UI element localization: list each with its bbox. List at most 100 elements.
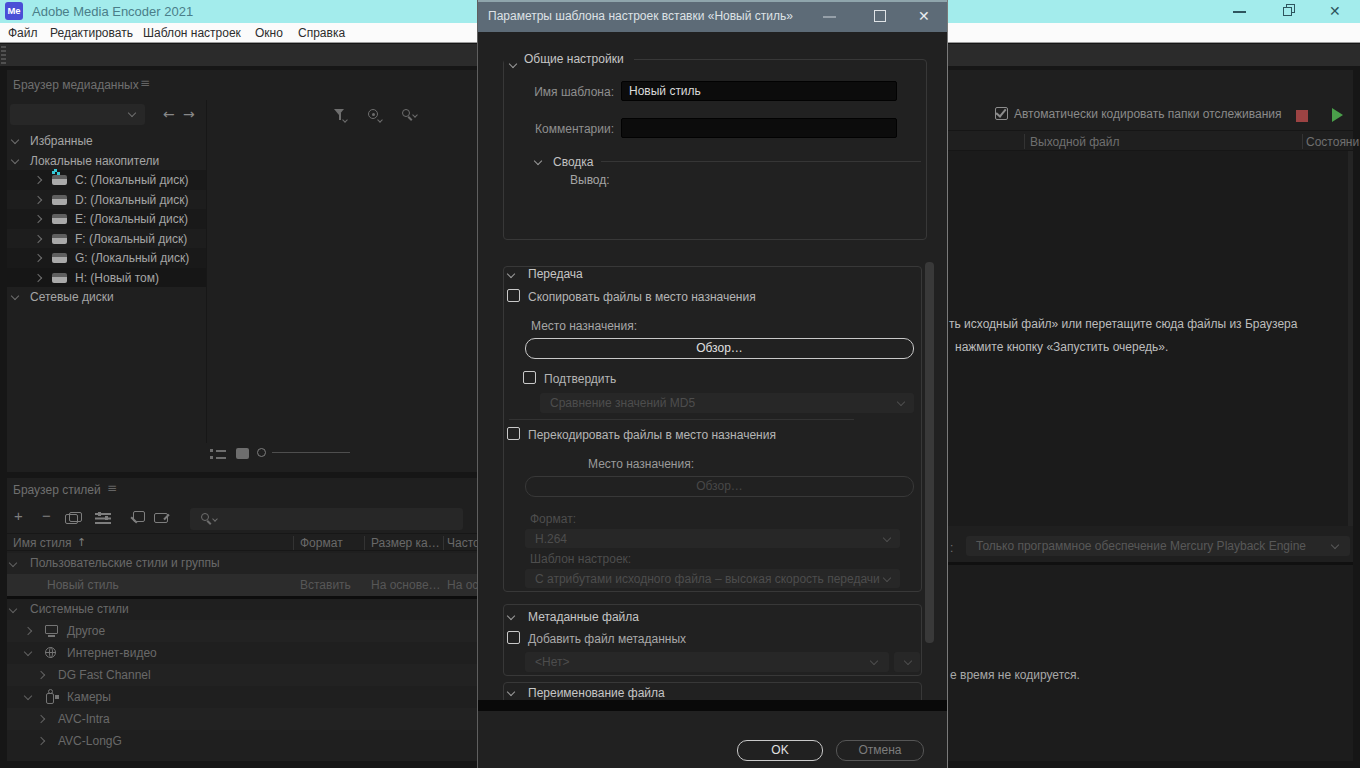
application-window: Me Adobe Media Encoder 2021 ✕ Файл Редак… bbox=[0, 0, 1360, 768]
menu-preset[interactable]: Шаблон настроек bbox=[143, 26, 241, 40]
drive-icon bbox=[52, 214, 67, 224]
panel-menu-icon[interactable]: ≡ bbox=[140, 76, 150, 90]
tree-row-drive-d[interactable]: D: (Локальный диск) bbox=[7, 190, 206, 210]
tree-row-drive-e[interactable]: E: (Локальный диск) bbox=[7, 209, 206, 229]
cancel-button[interactable]: Отмена bbox=[836, 740, 924, 761]
queue-scrollbar[interactable] bbox=[1348, 151, 1353, 526]
comments-input[interactable] bbox=[621, 118, 897, 138]
remove-preset-icon[interactable]: − bbox=[42, 507, 51, 524]
drive-icon bbox=[52, 253, 67, 263]
menu-window[interactable]: Окно bbox=[255, 26, 283, 40]
queue-hint-line1: ть исходный файл» или перетащите сюда фа… bbox=[949, 317, 1297, 331]
menu-help[interactable]: Справка bbox=[298, 26, 345, 40]
zoom-slider-track[interactable] bbox=[272, 452, 350, 453]
metadata-legend[interactable]: Метаданные файла bbox=[528, 610, 639, 624]
ingest-settings-icon[interactable] bbox=[367, 108, 381, 122]
forward-icon[interactable]: → bbox=[183, 106, 195, 122]
queue-list: ть исходный файл» или перетащите сюда фа… bbox=[948, 151, 1353, 526]
format-dropdown[interactable]: H.264 bbox=[525, 529, 900, 548]
zoom-slider-knob[interactable] bbox=[257, 448, 266, 457]
browse2-button[interactable]: Обзор… bbox=[525, 476, 914, 497]
dialog-minimize-button[interactable] bbox=[823, 16, 836, 18]
column-status[interactable]: Состояни bbox=[1306, 135, 1359, 149]
destination2-label: Место назначения: bbox=[588, 457, 694, 471]
destination-label: Место назначения: bbox=[531, 319, 637, 333]
minimize-button[interactable] bbox=[1233, 11, 1246, 13]
copy-files-checkbox[interactable] bbox=[507, 289, 520, 302]
dialog-scrollbar[interactable] bbox=[925, 262, 934, 643]
preset-search-field[interactable] bbox=[190, 508, 463, 530]
auto-encode-checkbox[interactable] bbox=[995, 107, 1008, 120]
thumbnail-view-icon[interactable] bbox=[236, 448, 249, 459]
rename-legend[interactable]: Переименование файла bbox=[528, 686, 665, 700]
add-preset-icon[interactable]: + bbox=[14, 507, 23, 524]
search-icon bbox=[200, 512, 216, 526]
preset-dropdown[interactable]: С атрибутами исходного файла – высокая с… bbox=[525, 569, 900, 588]
tree-row-local-drives[interactable]: Локальные накопители bbox=[7, 151, 206, 171]
back-icon[interactable]: ← bbox=[163, 106, 175, 122]
preset-label: Шаблон настроек: bbox=[530, 552, 631, 566]
close-button[interactable]: ✕ bbox=[1329, 3, 1341, 19]
preset-settings-icon[interactable] bbox=[95, 512, 111, 524]
column-output-file[interactable]: Выходной файл bbox=[1030, 135, 1120, 149]
tree-row-drive-c[interactable]: C: (Локальный диск) bbox=[7, 170, 206, 190]
column-preset-name[interactable]: Имя стиля bbox=[13, 536, 71, 550]
tree-row-drive-g[interactable]: G: (Локальный диск) bbox=[7, 248, 206, 268]
sort-ascending-icon: ↑ bbox=[77, 536, 86, 549]
tree-row-drive-f[interactable]: F: (Локальный диск) bbox=[7, 229, 206, 249]
camera-icon bbox=[45, 689, 59, 704]
new-group-icon[interactable] bbox=[65, 512, 83, 525]
drive-icon bbox=[52, 175, 67, 185]
maximize-button[interactable] bbox=[1283, 4, 1296, 18]
renderer-dropdown[interactable]: Только программное обеспечение Mercury P… bbox=[966, 536, 1350, 556]
play-icon[interactable] bbox=[1332, 108, 1343, 122]
filter-icon[interactable] bbox=[333, 108, 347, 122]
drive-icon bbox=[52, 234, 67, 244]
queue-hint-line2: нажмите кнопку «Запустить очередь». bbox=[955, 340, 1168, 354]
queue-panel: Автоматически кодировать папки отслежива… bbox=[948, 70, 1353, 761]
auto-encode-label: Автоматически кодировать папки отслежива… bbox=[1014, 107, 1282, 121]
column-format[interactable]: Формат bbox=[300, 536, 343, 550]
output-label: Вывод: bbox=[570, 173, 610, 187]
dialog-close-button[interactable]: ✕ bbox=[918, 8, 930, 24]
verify-dropdown[interactable]: Сравнение значений MD5 bbox=[540, 393, 914, 413]
comments-label: Комментарии: bbox=[508, 122, 614, 136]
menu-file[interactable]: Файл bbox=[8, 26, 38, 40]
metadata-dropdown[interactable]: <Нет> bbox=[525, 652, 889, 672]
dialog-title: Параметры шаблона настроек вставки «Новы… bbox=[488, 9, 793, 23]
copy-files-label: Скопировать файлы в место назначения bbox=[528, 290, 756, 304]
window-title: Adobe Media Encoder 2021 bbox=[32, 4, 193, 19]
monitor-icon bbox=[45, 625, 59, 637]
stop-icon[interactable] bbox=[1296, 110, 1308, 122]
renderer-label: : bbox=[950, 541, 953, 555]
apply-preset-icon[interactable] bbox=[130, 511, 147, 525]
tree-row-drive-h[interactable]: H: (Новый том) bbox=[7, 268, 206, 288]
transfer-legend[interactable]: Передача bbox=[528, 267, 583, 281]
media-browser-title: Браузер медиаданных bbox=[13, 78, 139, 92]
media-source-dropdown[interactable] bbox=[10, 104, 145, 125]
add-metadata-checkbox[interactable] bbox=[507, 631, 520, 644]
metadata-extra-dropdown[interactable] bbox=[894, 652, 920, 672]
column-frame-size[interactable]: Размер ка… bbox=[371, 536, 440, 550]
list-view-icon[interactable] bbox=[210, 448, 226, 460]
drive-icon bbox=[52, 195, 67, 205]
browse-button[interactable]: Обзор… bbox=[525, 338, 914, 359]
panel-menu-icon[interactable]: ≡ bbox=[107, 481, 117, 495]
queue-columns-header: Выходной файл Состояни bbox=[948, 130, 1353, 151]
watch-status-text: е время не кодируется. bbox=[950, 668, 1080, 682]
ok-button[interactable]: OK bbox=[737, 740, 823, 761]
tree-row-favorites[interactable]: Избранные bbox=[7, 131, 206, 151]
dialog-maximize-button[interactable] bbox=[874, 10, 886, 22]
summary-label[interactable]: Сводка bbox=[553, 155, 594, 169]
import-preset-icon[interactable] bbox=[154, 511, 171, 525]
preset-name-input[interactable]: Новый стиль bbox=[621, 81, 897, 101]
general-settings-legend[interactable]: Общие настройки bbox=[504, 52, 634, 67]
globe-icon bbox=[45, 647, 57, 659]
search-icon[interactable] bbox=[401, 108, 417, 122]
tree-row-network[interactable]: Сетевые диски bbox=[7, 287, 206, 307]
transcode-checkbox[interactable] bbox=[507, 427, 520, 440]
format-label: Формат: bbox=[530, 512, 576, 526]
verify-checkbox[interactable] bbox=[523, 371, 536, 384]
dialog-titlebar[interactable]: Параметры шаблона настроек вставки «Новы… bbox=[478, 0, 947, 32]
menu-edit[interactable]: Редактировать bbox=[50, 26, 133, 40]
